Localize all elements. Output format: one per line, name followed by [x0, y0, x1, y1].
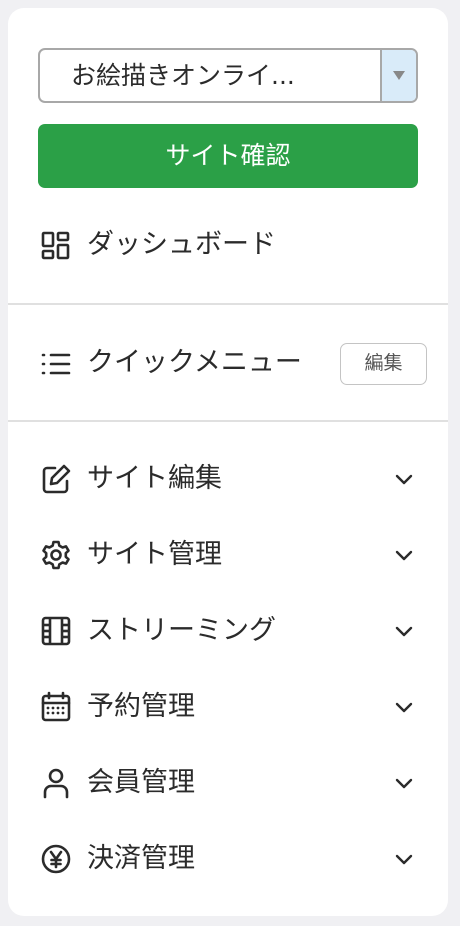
gear-icon	[40, 539, 72, 571]
dropdown-arrow-icon[interactable]	[380, 50, 416, 101]
user-icon	[40, 767, 72, 799]
nav-item-reservations[interactable]: 予約管理	[8, 677, 448, 737]
nav-item-site-manage[interactable]: サイト管理	[8, 525, 448, 585]
chevron-down-icon	[394, 621, 414, 641]
chevron-down-icon	[394, 469, 414, 489]
chevron-down-icon	[394, 697, 414, 717]
dashboard-icon	[40, 230, 72, 262]
film-icon	[40, 615, 72, 647]
nav-label-members: 会員管理	[87, 767, 195, 798]
site-select[interactable]: お絵描きオンライ...	[38, 48, 418, 103]
nav-label-site-edit: サイト編集	[87, 463, 222, 494]
calendar-icon	[40, 691, 72, 723]
site-check-button[interactable]: サイト確認	[38, 124, 418, 188]
nav-item-streaming[interactable]: ストリーミング	[8, 601, 448, 661]
chevron-down-icon	[394, 545, 414, 565]
nav-item-members[interactable]: 会員管理	[8, 753, 448, 813]
quick-menu-edit-button[interactable]: 編集	[340, 343, 427, 385]
site-select-value: お絵描きオンライ...	[71, 61, 295, 90]
nav-label-payments: 決済管理	[87, 843, 195, 874]
nav-label-quick-menu: クイックメニュー	[87, 347, 302, 378]
nav-label-reservations: 予約管理	[87, 691, 195, 722]
divider	[8, 420, 448, 422]
sidebar-panel: お絵描きオンライ... サイト確認 ダッシュボード クイックメニュー 編集 サイ…	[8, 8, 448, 916]
divider	[8, 303, 448, 305]
nav-label-streaming: ストリーミング	[87, 615, 276, 646]
chevron-down-icon	[394, 849, 414, 869]
chevron-down-icon	[394, 773, 414, 793]
nav-item-payments[interactable]: 決済管理	[8, 829, 448, 889]
nav-label-dashboard: ダッシュボード	[87, 229, 276, 260]
nav-item-dashboard[interactable]: ダッシュボード	[8, 216, 448, 276]
nav-item-site-edit[interactable]: サイト編集	[8, 449, 448, 509]
pencil-square-icon	[40, 463, 72, 495]
yen-icon	[40, 843, 72, 875]
list-icon	[40, 348, 72, 380]
nav-label-site-manage: サイト管理	[87, 539, 222, 570]
